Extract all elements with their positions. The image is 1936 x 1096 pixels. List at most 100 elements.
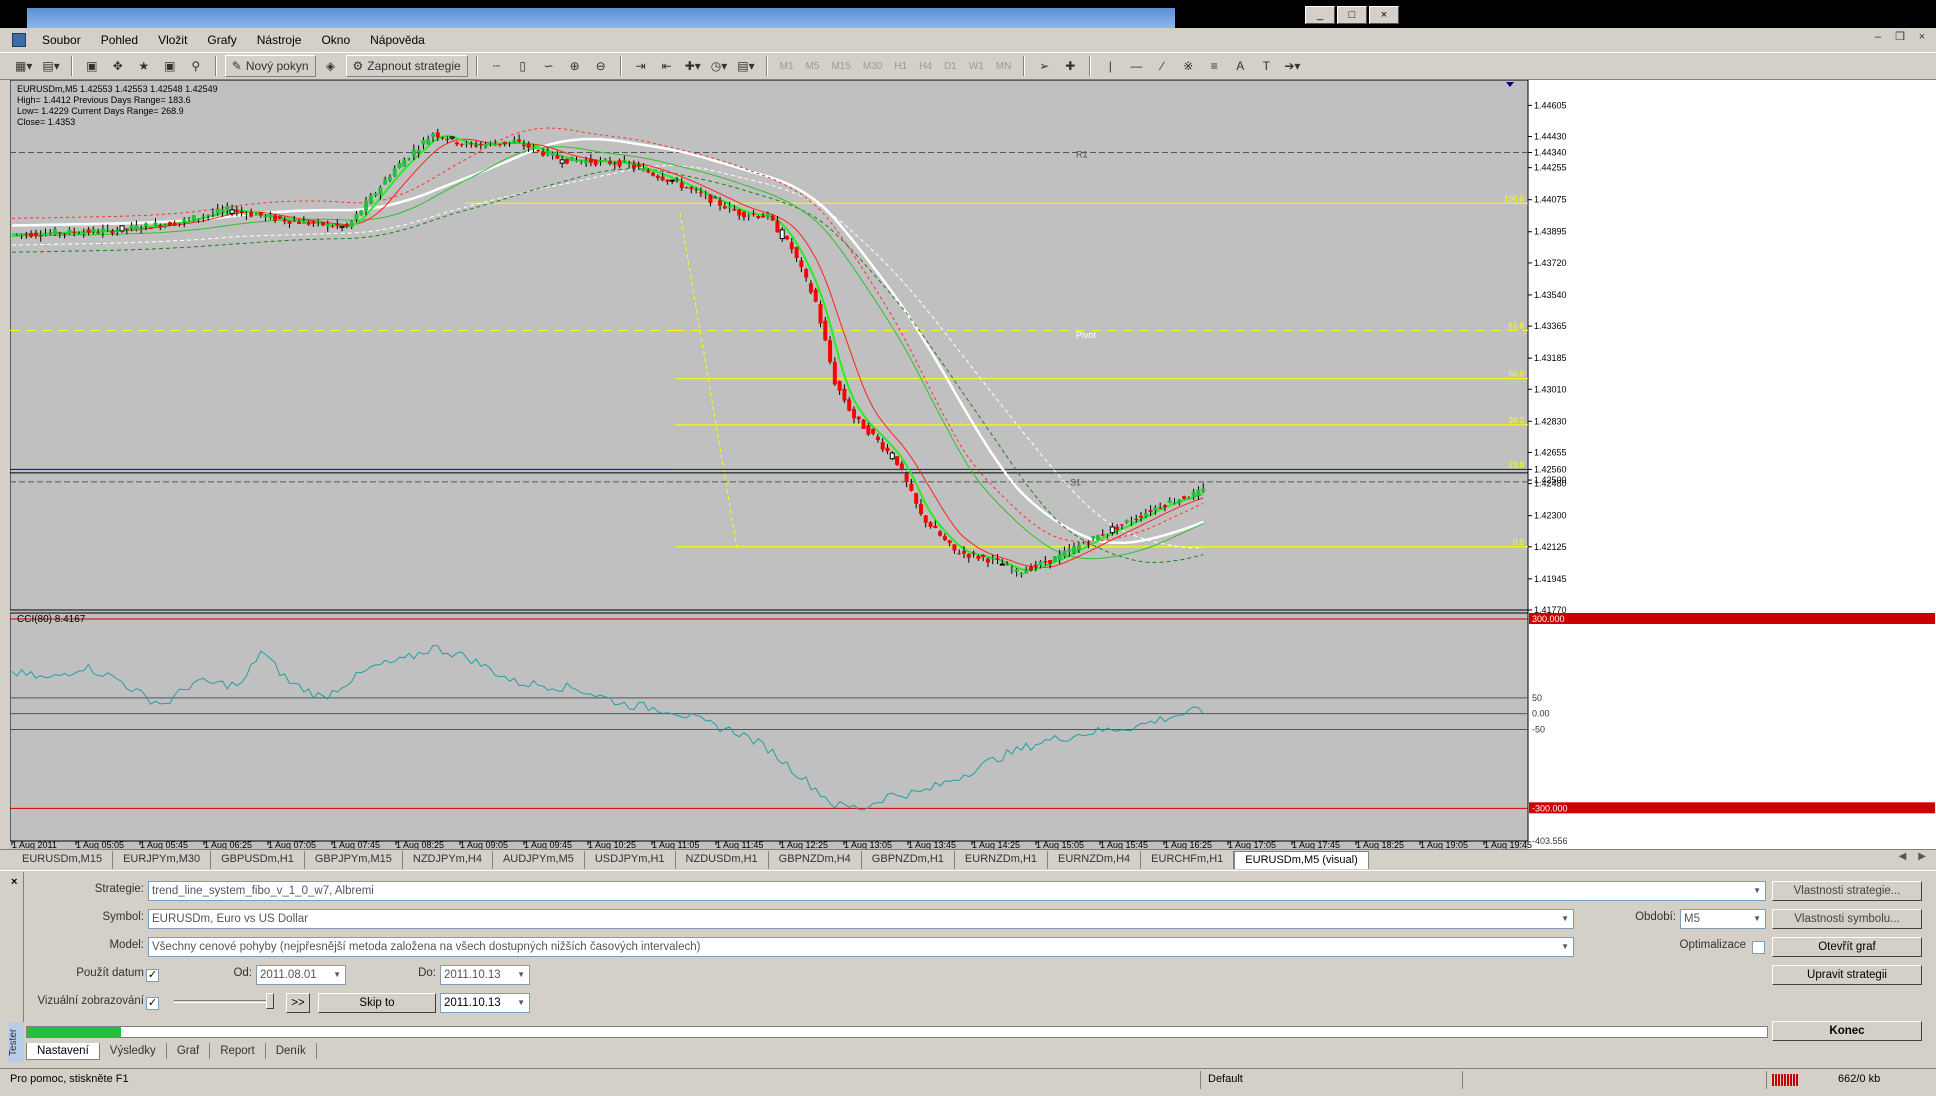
trendline-icon[interactable]: ∕ [1151, 55, 1173, 77]
tf-m15[interactable]: M15 [827, 61, 854, 72]
vertical-line-icon[interactable]: | [1099, 55, 1121, 77]
chart-tab[interactable]: EURUSDm,M5 (visual) [1234, 851, 1369, 869]
chart-tab[interactable]: EURNZDm,H4 [1048, 851, 1142, 869]
background-window-titlebar [27, 8, 1175, 28]
navigator-icon[interactable]: ✥ [107, 55, 129, 77]
tf-h1[interactable]: H1 [890, 61, 911, 72]
chart-tab[interactable]: USDJPYm,H1 [585, 851, 676, 869]
tester-tab[interactable]: Graf [167, 1043, 211, 1059]
tf-h4[interactable]: H4 [915, 61, 936, 72]
horizontal-line-icon[interactable]: — [1125, 55, 1147, 77]
market-watch-icon[interactable]: ▣ [81, 55, 103, 77]
chart-tab[interactable]: GBPJPYm,M15 [305, 851, 403, 869]
tester-tab[interactable]: Report [210, 1043, 266, 1059]
bar-chart-icon[interactable]: ┄ [486, 55, 508, 77]
tester-icon[interactable]: ⚲ [185, 55, 207, 77]
tab-right-icon[interactable]: ▶ [1918, 851, 1926, 862]
tf-m30[interactable]: M30 [859, 61, 886, 72]
skip-to-date-input[interactable]: 2011.10.13 ▼ [440, 993, 530, 1013]
use-date-checkbox[interactable]: ✓ [146, 969, 159, 982]
period-select[interactable]: M5 ▼ [1680, 909, 1766, 929]
text-icon[interactable]: A [1229, 55, 1251, 77]
menu-insert[interactable]: Vložit [148, 30, 197, 50]
expert-properties-button[interactable]: Vlastnosti strategie... [1772, 881, 1922, 901]
tf-mn[interactable]: MN [992, 61, 1016, 72]
periods-icon[interactable]: ◷▾ [708, 55, 731, 77]
chart-tab[interactable]: EURJPYm,M30 [113, 851, 212, 869]
chart-tab[interactable]: EURNZDm,H1 [955, 851, 1049, 869]
text-label-icon[interactable]: T [1255, 55, 1277, 77]
tf-w1[interactable]: W1 [965, 61, 988, 72]
symbol-properties-button[interactable]: Vlastnosti symbolu... [1772, 909, 1922, 929]
tf-m5[interactable]: M5 [802, 61, 824, 72]
stop-button[interactable]: Konec [1772, 1021, 1922, 1041]
new-order-button[interactable]: ✎ Nový pokyn [224, 55, 316, 77]
candle-body [942, 536, 947, 540]
autoscroll-icon[interactable]: ⇥ [630, 55, 652, 77]
skip-to-button[interactable]: Skip to [318, 993, 436, 1013]
to-date-input[interactable]: 2011.10.13 ▼ [440, 965, 530, 985]
menu-tools[interactable]: Nástroje [247, 30, 312, 50]
candlestick-icon[interactable]: ▯ [512, 55, 534, 77]
templates-icon[interactable]: ▤▾ [734, 55, 757, 77]
close-button[interactable]: × [1369, 6, 1399, 24]
model-select[interactable]: Všechny cenové pohyby (nejpřesnější meto… [148, 937, 1574, 957]
chart-tab[interactable]: EURCHFm,H1 [1141, 851, 1235, 869]
chart-tab[interactable]: NZDUSDm,H1 [676, 851, 769, 869]
chart-tab[interactable]: NZDJPYm,H4 [403, 851, 493, 869]
tester-tab[interactable]: Nastavení [26, 1043, 100, 1060]
terminal-icon[interactable]: ▣ [159, 55, 181, 77]
optimization-checkbox[interactable] [1752, 941, 1765, 954]
menu-charts[interactable]: Grafy [197, 30, 246, 50]
price-chart[interactable]: 1.44605 1.44430 1.44340 1.44255 1.44075 1.438… [10, 80, 1936, 850]
symbol-select[interactable]: EURUSDm, Euro vs US Dollar ▼ [148, 909, 1574, 929]
chart-tab[interactable]: GBPNZDm,H1 [862, 851, 955, 869]
crosshair-icon[interactable]: ✚ [1059, 55, 1081, 77]
candle-body [651, 172, 656, 176]
close-icon[interactable]: × [11, 876, 17, 888]
tester-tab[interactable]: Deník [266, 1043, 317, 1059]
mdi-restore-icon[interactable]: ❐ [1892, 31, 1908, 45]
metaeditor-icon[interactable]: ◈ [320, 55, 342, 77]
chart-tab[interactable]: GBPUSDm,H1 [211, 851, 305, 869]
arrows-icon[interactable]: ➔▾ [1281, 55, 1303, 77]
new-chart-icon[interactable]: ▦▾ [12, 55, 35, 77]
zoom-in-icon[interactable]: ⊕ [564, 55, 586, 77]
menu-file[interactable]: Soubor [32, 30, 91, 50]
tf-d1[interactable]: D1 [940, 61, 961, 72]
minimize-button[interactable]: _ [1305, 6, 1335, 24]
visual-speed-slider[interactable] [174, 993, 276, 1009]
tester-tab[interactable]: Výsledky [100, 1043, 167, 1059]
mdi-close-icon[interactable]: × [1914, 31, 1930, 45]
line-chart-icon[interactable]: ∽ [538, 55, 560, 77]
chart-tab[interactable]: AUDJPYm,M5 [493, 851, 585, 869]
skip-button[interactable]: >> [286, 993, 310, 1013]
indicators-icon[interactable]: ✚▾ [682, 55, 704, 77]
restore-button[interactable]: □ [1337, 6, 1367, 24]
expert-advisors-button[interactable]: ⚙ Zapnout strategie [345, 55, 468, 77]
chart-tab[interactable]: GBPNZDm,H4 [769, 851, 862, 869]
from-date-input[interactable]: 2011.08.01 ▼ [256, 965, 346, 985]
cursor-icon[interactable]: ➢ [1033, 55, 1055, 77]
visual-mode-checkbox[interactable]: ✓ [146, 997, 159, 1010]
tf-m1[interactable]: M1 [776, 61, 798, 72]
candle-body [502, 141, 507, 144]
menu-view[interactable]: Pohled [91, 30, 148, 50]
zoom-out-icon[interactable]: ⊖ [590, 55, 612, 77]
app-icon[interactable] [12, 33, 26, 47]
strategy-select[interactable]: trend_line_system_fibo_v_1_0_w7, Albremi… [148, 881, 1766, 901]
tab-left-icon[interactable]: ◀ [1899, 851, 1907, 862]
chart-shift-icon[interactable]: ⇤ [656, 55, 678, 77]
fibonacci-icon[interactable]: ≡ [1203, 55, 1225, 77]
data-window-icon[interactable]: ★ [133, 55, 155, 77]
chart-tab[interactable]: EURUSDm,M15 [12, 851, 114, 869]
chart-area[interactable]: 1.44605 1.44430 1.44340 1.44255 1.44075 1.438… [10, 80, 1936, 850]
menu-help[interactable]: Nápověda [360, 30, 435, 50]
profiles-icon[interactable]: ▤▾ [39, 55, 62, 77]
mdi-minimize-icon[interactable]: – [1870, 31, 1886, 45]
slider-thumb[interactable] [266, 993, 274, 1009]
channel-icon[interactable]: ※ [1177, 55, 1199, 77]
menu-window[interactable]: Okno [311, 30, 360, 50]
modify-expert-button[interactable]: Upravit strategii [1772, 965, 1922, 985]
open-chart-button[interactable]: Otevřít graf [1772, 937, 1922, 957]
